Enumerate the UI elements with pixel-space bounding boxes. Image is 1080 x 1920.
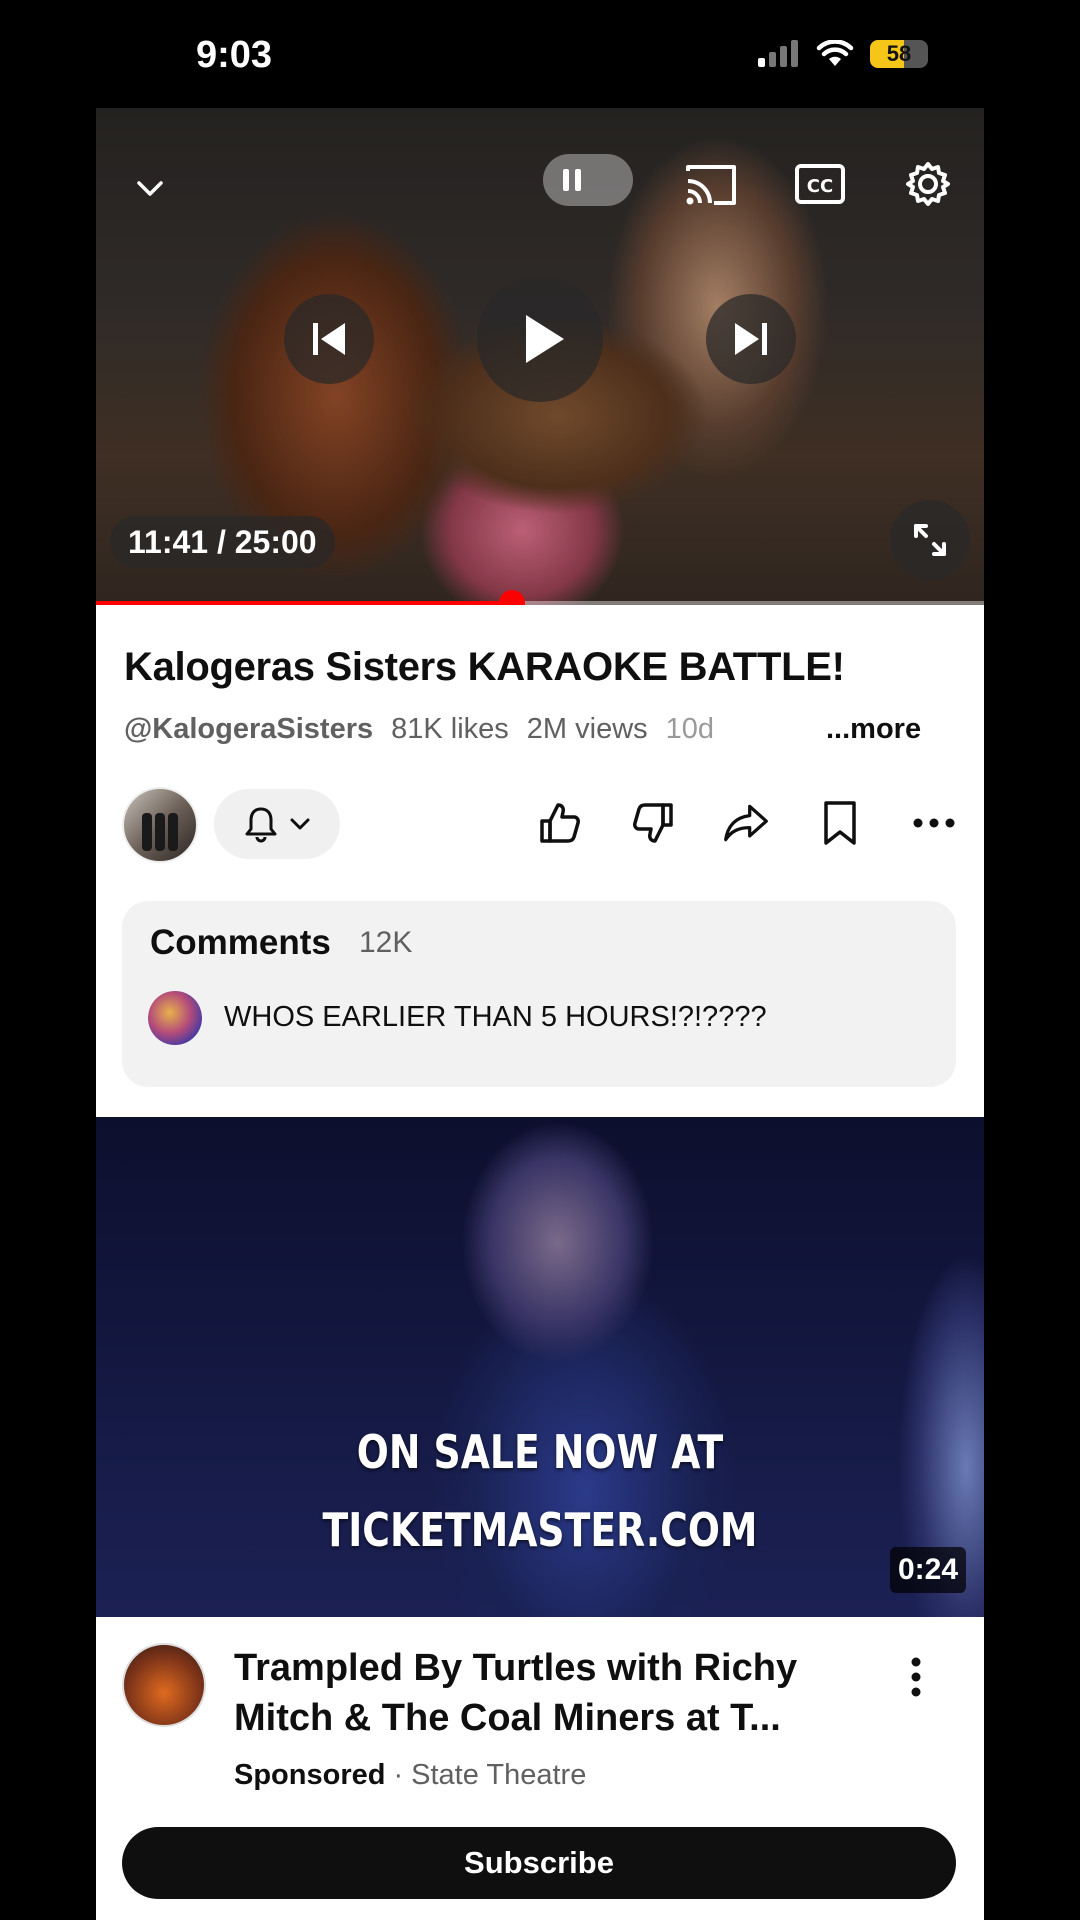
captions-icon: CC xyxy=(795,164,845,204)
kebab-icon xyxy=(911,1657,921,1697)
like-button[interactable] xyxy=(536,799,584,847)
comments-count: 12K xyxy=(359,926,413,959)
sponsored-label: Sponsored xyxy=(234,1759,386,1791)
action-bar xyxy=(96,783,984,863)
settings-icon xyxy=(906,162,950,206)
upload-age: 10d xyxy=(665,713,715,745)
more-link[interactable]: ...more xyxy=(818,713,922,746)
battery-percent: 58 xyxy=(886,41,912,66)
dislike-icon xyxy=(633,803,673,843)
share-button[interactable] xyxy=(722,799,770,847)
settings-button[interactable] xyxy=(900,156,956,212)
advertiser-logo[interactable] xyxy=(122,1643,206,1727)
save-icon xyxy=(824,801,856,845)
like-count: 81K likes xyxy=(391,713,509,745)
cast-button[interactable] xyxy=(681,156,741,212)
video-info-panel: Kalogeras Sisters KARAOKE BATTLE! @Kalog… xyxy=(96,605,984,1110)
wifi-icon xyxy=(816,40,854,66)
captions-button[interactable]: CC xyxy=(792,156,848,212)
previous-icon xyxy=(313,323,345,355)
save-button[interactable] xyxy=(816,799,864,847)
ad-overlay-line-2: TICKETMASTER.COM xyxy=(322,1503,758,1557)
svg-text:CC: CC xyxy=(807,176,833,197)
notifications-button[interactable] xyxy=(214,789,340,859)
app-content: CC 11:41 / 25:00 Kalogeras Sisters KARAO… xyxy=(96,108,984,1920)
play-icon xyxy=(526,315,564,363)
ad-options-button[interactable] xyxy=(896,1653,936,1701)
subscribe-button[interactable]: Subscribe xyxy=(122,1827,956,1899)
separator: · xyxy=(393,1759,404,1791)
next-icon xyxy=(735,323,767,355)
comments-card[interactable]: Comments 12K WHOS EARLIER THAN 5 HOURS!?… xyxy=(122,901,956,1087)
more-actions-button[interactable] xyxy=(910,799,958,847)
cast-icon xyxy=(686,165,736,205)
status-icons: 58 xyxy=(756,40,928,68)
ad-title[interactable]: Trampled By Turtles with Richy Mitch & T… xyxy=(234,1643,874,1743)
more-icon xyxy=(913,818,955,828)
dislike-button[interactable] xyxy=(629,799,677,847)
video-player[interactable]: CC 11:41 / 25:00 xyxy=(96,108,984,605)
ad-overlay-line-1: ON SALE NOW AT xyxy=(356,1425,724,1479)
cellular-signal-icon xyxy=(758,40,798,67)
ad-info-panel: Trampled By Turtles with Richy Mitch & T… xyxy=(96,1617,984,1920)
ad-channel[interactable]: State Theatre xyxy=(411,1759,586,1791)
status-time: 9:03 xyxy=(196,34,273,76)
ad-duration: 0:24 xyxy=(889,1547,966,1593)
minimize-button[interactable] xyxy=(126,164,174,212)
like-icon xyxy=(540,803,580,843)
view-count: 2M views xyxy=(526,713,648,745)
autoplay-toggle[interactable] xyxy=(543,154,633,206)
video-meta[interactable]: @KalogeraSisters 81K likes 2M views 10d … xyxy=(124,713,922,746)
pause-icon xyxy=(563,169,581,191)
previous-button[interactable] xyxy=(284,294,374,384)
comments-title: Comments xyxy=(150,923,331,962)
chevron-down-icon xyxy=(137,181,163,196)
time-display: 11:41 / 25:00 xyxy=(110,516,335,568)
share-icon xyxy=(724,804,768,842)
ad-subtitle: Sponsored · State Theatre xyxy=(234,1759,586,1792)
top-comment: WHOS EARLIER THAN 5 HOURS!?!???? xyxy=(224,1001,767,1033)
ad-video[interactable]: ON SALE NOW AT TICKETMASTER.COM 0:24 xyxy=(96,1117,984,1617)
fullscreen-icon xyxy=(914,524,946,556)
video-title: Kalogeras Sisters KARAOKE BATTLE! xyxy=(124,645,845,689)
bell-icon xyxy=(245,807,277,843)
channel-avatar[interactable] xyxy=(122,787,198,863)
fullscreen-button[interactable] xyxy=(890,500,970,580)
channel-handle[interactable]: @KalogeraSisters xyxy=(124,713,373,746)
status-bar: 9:03 58 xyxy=(0,0,1080,108)
battery-icon: 58 xyxy=(870,40,928,68)
chevron-down-icon xyxy=(290,818,310,830)
play-button[interactable] xyxy=(477,276,603,402)
commenter-avatar xyxy=(148,991,202,1045)
next-button[interactable] xyxy=(706,294,796,384)
